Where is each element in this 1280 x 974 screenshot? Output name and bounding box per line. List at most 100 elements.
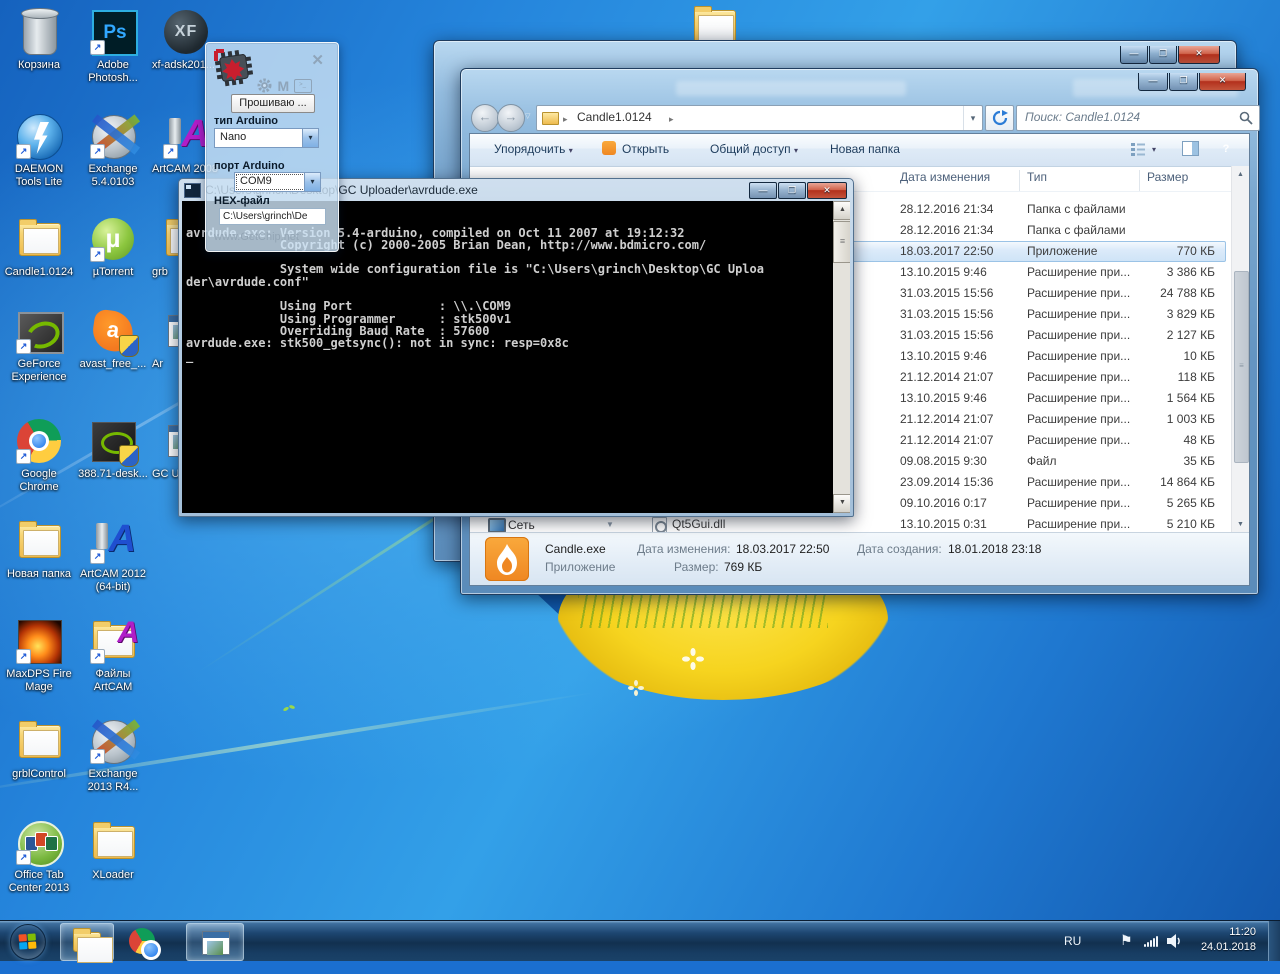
scroll-thumb[interactable]: ≡	[1234, 271, 1249, 463]
desktop-icon-geforce[interactable]: ↗ GeForce Experience	[2, 307, 76, 384]
details-type: Приложение	[545, 560, 616, 574]
hex-file-input[interactable]: C:\Users\grinch\De	[219, 208, 326, 225]
file-size: 1 564 КБ	[1166, 391, 1215, 405]
minimize-button[interactable]: —	[1138, 73, 1168, 91]
taskbar-explorer-button[interactable]	[60, 923, 114, 963]
uac-shield-icon	[119, 445, 139, 467]
refresh-button[interactable]	[985, 105, 1014, 131]
maximize-button[interactable]: ❐	[778, 182, 806, 199]
close-button[interactable]: ✕	[807, 182, 847, 199]
desktop-icon-exchange-2013[interactable]: ↗ Exchange 2013 R4...	[76, 717, 150, 794]
scroll-up-icon[interactable]: ▲	[833, 201, 850, 220]
column-header-date[interactable]: Дата изменения	[900, 170, 990, 191]
preview-pane-icon[interactable]	[1182, 141, 1199, 156]
shortcut-arrow-icon: ↗	[16, 649, 31, 664]
breadcrumb[interactable]: Candle1.0124	[577, 110, 652, 124]
search-box[interactable]: Поиск: Candle1.0124	[1016, 105, 1260, 131]
explorer-icon	[73, 928, 113, 963]
desktop-icon-nvidia-driver[interactable]: 388.71-desk...	[76, 417, 150, 481]
navigation-bar: ← → ▽ ▸ Candle1.0124 ▸ ▾ Поиск: Candle1.…	[461, 102, 1260, 133]
scroll-thumb[interactable]: ≡	[833, 221, 850, 263]
desktop-icon-recycle-bin[interactable]: Корзина	[2, 8, 76, 72]
file-size: 3 386 КБ	[1166, 265, 1215, 279]
desktop-icon-xloader[interactable]: XLoader	[76, 818, 150, 882]
address-bar[interactable]: ▸ Candle1.0124 ▸ ▾	[536, 105, 983, 131]
forward-button[interactable]: →	[497, 104, 525, 132]
open-button[interactable]: Открыть	[622, 142, 669, 156]
desktop-icon-avast[interactable]: a avast_free_...	[76, 307, 150, 371]
file-date: 21.12.2014 21:07	[900, 433, 994, 447]
back-button[interactable]: ←	[471, 104, 499, 132]
nav-scroll-down-icon[interactable]: ▼	[606, 520, 614, 529]
desktop-icon-utorrent[interactable]: µ ↗ µTorrent	[76, 215, 150, 279]
new-folder-button[interactable]: Новая папка	[830, 142, 900, 156]
action-center-flag-icon[interactable]: ⚑	[1120, 932, 1133, 972]
file-type: Расширение при...	[1027, 433, 1131, 447]
details-modified-label: Дата изменения:	[637, 542, 731, 556]
desktop-icon-artcam-files[interactable]: A ↗ Файлы ArtCAM	[76, 616, 150, 694]
organize-menu[interactable]: Упорядочить ▾	[494, 142, 573, 156]
scroll-down-icon[interactable]: ▼	[833, 494, 850, 513]
view-dropdown-icon[interactable]: ▾	[1152, 145, 1156, 154]
file-list-scrollbar[interactable]: ▲ ≡ ▼	[1231, 166, 1249, 533]
desktop-icon-artcam-2012[interactable]: A ↗ ArtCAM 2012 (64-bit)	[76, 517, 150, 594]
tray-clock[interactable]: 11:20 24.01.2018	[1190, 925, 1256, 955]
icon-label: Adobe Photosh...	[88, 59, 138, 84]
file-size: 770 КБ	[1176, 244, 1215, 258]
m-mode-icon[interactable]: M	[277, 78, 289, 94]
help-icon[interactable]: ?	[1218, 141, 1234, 157]
scroll-down-icon[interactable]: ▼	[1232, 516, 1249, 533]
uploader-toolbar: M >_	[256, 77, 312, 95]
artcam-overlay-icon: A	[117, 616, 139, 649]
command-bar: Упорядочить ▾ Открыть Общий доступ ▾ Нов…	[470, 134, 1249, 167]
scroll-up-icon[interactable]: ▲	[1232, 166, 1249, 183]
minimize-button[interactable]: —	[1120, 46, 1148, 64]
column-divider[interactable]	[1019, 170, 1020, 191]
close-button[interactable]: ✕	[1178, 46, 1220, 64]
address-dropdown-icon[interactable]: ▾	[963, 106, 982, 130]
arduino-port-select[interactable]: COM9 ▾	[234, 172, 321, 192]
column-header-size[interactable]: Размер	[1147, 170, 1188, 191]
taskbar-chrome-button[interactable]	[118, 923, 166, 960]
desktop-icon-exchange[interactable]: ↗ Exchange 5.4.0103	[76, 112, 150, 189]
arduino-type-label: тип Arduino	[214, 115, 279, 127]
desktop-icon-grblcontrol[interactable]: grblControl	[2, 717, 76, 781]
desktop-icon-candle-folder[interactable]: Candle1.0124	[2, 215, 76, 279]
gear-icon[interactable]	[256, 77, 273, 94]
share-menu[interactable]: Общий доступ ▾	[710, 142, 798, 156]
terminal-icon[interactable]: >_	[293, 78, 312, 93]
desktop-icon-maxdps[interactable]: ↗ MaxDPS Fire Mage	[2, 617, 76, 694]
console-scrollbar[interactable]: ▲ ≡ ▼	[833, 201, 850, 513]
file-type: Расширение при...	[1027, 517, 1131, 531]
view-list-icon[interactable]	[1130, 141, 1146, 157]
close-icon[interactable]: ✕	[311, 51, 324, 69]
file-type: Расширение при...	[1027, 412, 1131, 426]
desktop-icon-office-tab[interactable]: ↗ Office Tab Center 2013	[2, 818, 76, 895]
network-icon[interactable]	[1144, 921, 1160, 961]
app-window-icon	[202, 931, 230, 955]
close-button[interactable]: ✕	[1199, 73, 1246, 91]
column-divider[interactable]	[1139, 170, 1140, 191]
desktop-icon-new-folder[interactable]: Новая папка	[2, 517, 76, 581]
nav-item-network[interactable]: Сеть	[508, 518, 535, 532]
glass-reflection	[676, 81, 906, 96]
desktop-icon-photoshop[interactable]: Ps ↗ Adobe Photosh...	[76, 8, 150, 85]
gc-uploader-window[interactable]: ✕ M >_ Прошиваю ... тип Arduino Nano ▾ п…	[205, 42, 339, 252]
arduino-type-select[interactable]: Nano ▾	[214, 128, 319, 148]
getchip-watermark: www.GetChip.net	[214, 231, 299, 243]
taskbar-app-button[interactable]	[186, 923, 244, 961]
desktop-icon-daemon-tools[interactable]: ↗ DAEMON Tools Lite	[2, 112, 76, 189]
volume-icon[interactable]	[1166, 933, 1182, 973]
language-indicator[interactable]: RU	[1064, 934, 1081, 974]
flash-progress-button[interactable]: Прошиваю ...	[231, 94, 315, 113]
minimize-button[interactable]: —	[749, 182, 777, 199]
maximize-button[interactable]: ❐	[1169, 73, 1198, 91]
icon-label: ArtCAM 2012 (64-bit)	[79, 568, 147, 593]
start-button[interactable]	[10, 924, 46, 960]
maximize-button[interactable]: ❐	[1149, 46, 1177, 64]
column-header-type[interactable]: Тип	[1027, 170, 1047, 191]
desktop-icon-chrome[interactable]: ↗ Google Chrome	[2, 417, 76, 494]
file-name[interactable]: Qt5Gui.dll	[672, 517, 725, 531]
show-desktop-button[interactable]	[1268, 921, 1280, 961]
history-dropdown-icon[interactable]: ▽	[525, 112, 530, 120]
